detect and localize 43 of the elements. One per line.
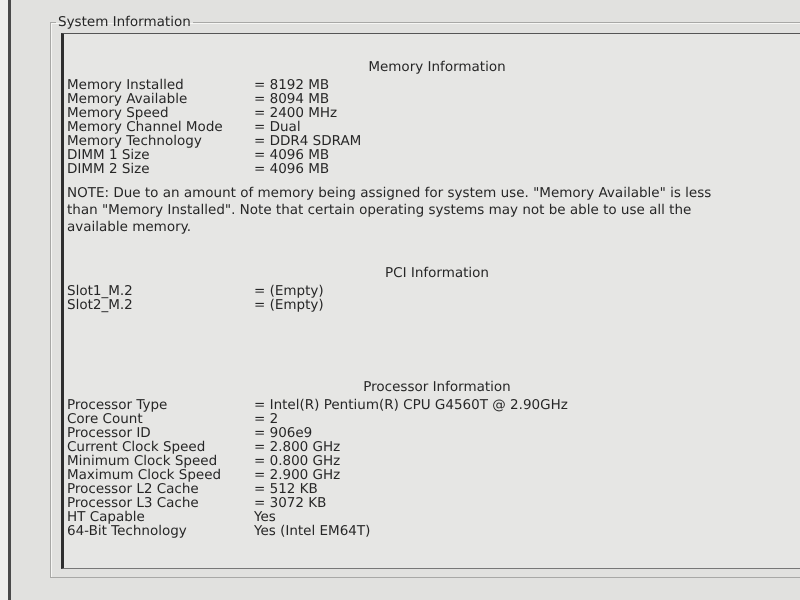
info-value: = 2 [254,412,278,426]
info-label: Processor L2 Cache [67,482,199,496]
section-heading: PCI Information [385,266,489,280]
info-label: DIMM 1 Size [67,148,150,162]
info-value: = (Empty) [254,298,324,312]
info-label: Processor L3 Cache [67,496,200,510]
info-value: = 4096 MB [254,148,330,162]
info-label: 64-Bit Technology [67,524,188,538]
info-value: = 906e9 [254,426,312,440]
info-label: HT Capable [67,510,145,524]
section-heading: Memory Information [368,60,506,74]
info-value: = 8094 MB [254,92,330,106]
info-label: Memory Available [67,92,188,106]
info-label: Slot1_M.2 [67,284,134,298]
info-label: Memory Technology [67,134,203,148]
info-label: Processor Type [67,398,168,412]
group-box-title: System Information [57,14,192,30]
info-label: DIMM 2 Size [67,162,151,176]
info-value: = 4096 MB [254,162,330,176]
info-value: = 8192 MB [254,78,330,92]
info-value: = Intel(R) Pentium(R) CPU G4560T @ 2.90GHz [254,398,568,412]
info-value: Yes (Intel EM64T) [254,524,370,538]
info-label: Memory Channel Mode [67,120,224,134]
info-value: = DDR4 SDRAM [254,134,362,148]
info-label: Current Clock Speed [67,440,206,454]
info-label: Minimum Clock Speed [67,454,218,468]
info-label: Processor ID [67,426,151,440]
info-value: = (Empty) [254,284,324,298]
info-label: Memory Speed [67,106,169,120]
info-label: Slot2_M.2 [67,298,134,312]
info-value: = 2.800 GHz [254,440,340,454]
section-heading: Processor Information [363,380,511,394]
info-value: = 0.800 GHz [254,454,340,468]
memory-note: NOTE: Due to an amount of memory being assigned for system use. "Memory Available" is less than "Memory Installed". Note that certain operating systems may not be able to use all the available memory. [67,185,712,236]
info-value: Yes [254,510,276,524]
info-label: Maximum Clock Speed [67,468,222,482]
info-value: = 512 KB [254,482,318,496]
info-value: = 3072 KB [254,496,326,510]
info-label: Core Count [67,412,143,426]
info-label: Memory Installed [67,78,184,92]
info-value: = 2400 MHz [254,106,338,120]
info-value: = Dual [254,120,301,134]
info-value: = 2.900 GHz [254,468,340,482]
